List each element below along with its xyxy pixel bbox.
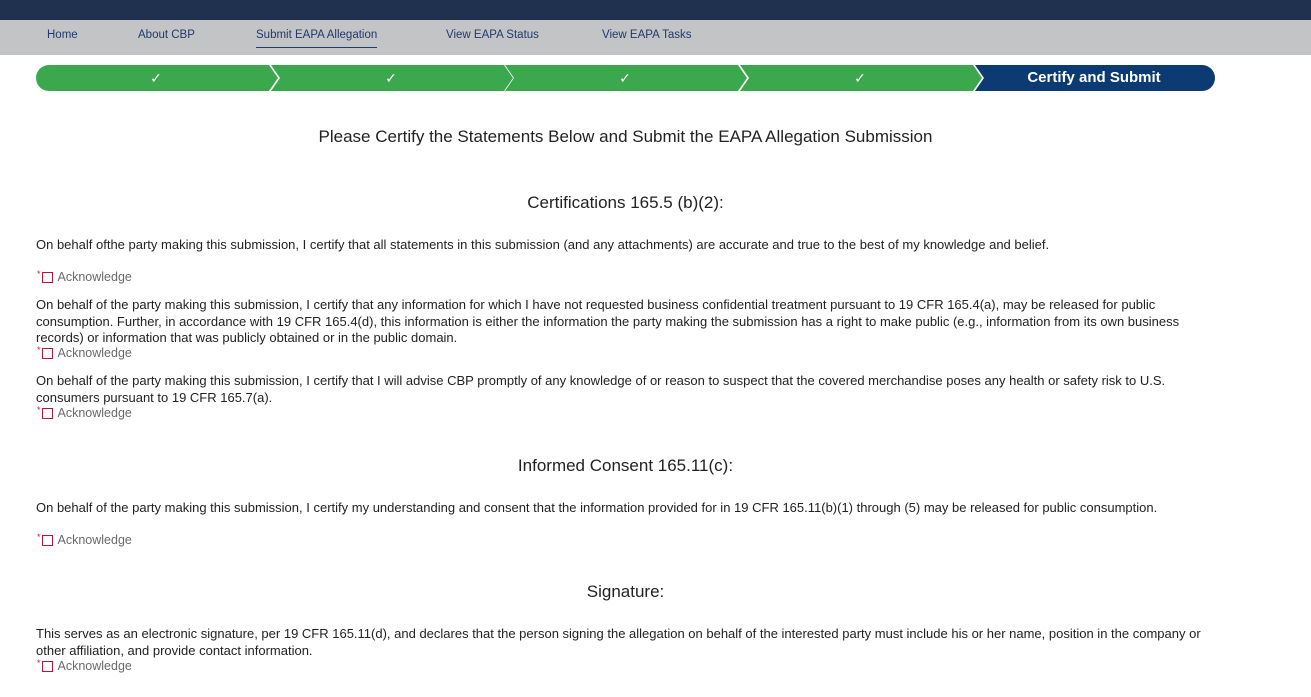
nav-submit-eapa-allegation[interactable]: Submit EAPA Allegation <box>256 29 378 48</box>
nav-about-cbp[interactable]: About CBP <box>138 29 195 41</box>
acknowledge-checkbox-row: * Acknowledge <box>37 658 132 673</box>
acknowledge-label: Acknowledge <box>57 659 132 673</box>
top-header-bar <box>0 0 1311 20</box>
acknowledge-checkbox[interactable] <box>41 347 53 359</box>
statement-text: On behalf of the party making this submi… <box>36 297 1180 345</box>
required-marker: * <box>37 405 41 415</box>
acknowledge-checkbox-row: * Acknowledge <box>37 532 132 547</box>
acknowledge-label: Acknowledge <box>57 406 132 420</box>
check-icon: ✓ <box>854 70 866 86</box>
statement-text: This serves as an electronic signature, … <box>36 626 1201 658</box>
nav-view-eapa-status[interactable]: View EAPA Status <box>446 29 539 41</box>
step-5-current: Certify and Submit <box>975 65 1215 91</box>
nav-home[interactable]: Home <box>47 29 78 41</box>
check-icon: ✓ <box>385 70 397 86</box>
section-title-informed-consent: Informed Consent 165.11(c): <box>517 456 734 475</box>
statement-text: On behalf of the party making this submi… <box>36 373 1166 405</box>
acknowledge-label: Acknowledge <box>57 533 132 547</box>
acknowledge-checkbox[interactable] <box>41 271 53 283</box>
page-title: Please Certify the Statements Below and … <box>318 127 933 146</box>
required-marker: * <box>37 532 41 542</box>
section-title-certifications: Certifications 165.5 (b)(2): <box>527 193 724 212</box>
check-icon: ✓ <box>150 70 162 86</box>
step-label: Certify and Submit <box>1027 69 1161 86</box>
main-nav: Home About CBP Submit EAPA Allegation Vi… <box>0 20 1311 55</box>
step-4-complete: ✓ <box>740 65 982 91</box>
acknowledge-checkbox[interactable] <box>41 660 53 672</box>
statement-text: On behalf ofthe party making this submis… <box>36 237 1050 252</box>
required-marker: * <box>37 269 41 279</box>
check-icon: ✓ <box>619 70 631 86</box>
acknowledge-checkbox-row: * Acknowledge <box>37 345 132 360</box>
acknowledge-label: Acknowledge <box>57 346 132 360</box>
required-marker: * <box>37 658 41 668</box>
acknowledge-checkbox[interactable] <box>41 534 53 546</box>
progress-stepper: ✓ ✓ ✓ ✓ Certify and Submit <box>36 65 1215 91</box>
step-3-complete: ✓ <box>505 65 747 91</box>
statement-text: On behalf of the party making this submi… <box>36 500 1158 515</box>
step-1-complete: ✓ <box>36 65 278 91</box>
step-2-complete: ✓ <box>271 65 513 91</box>
required-marker: * <box>37 345 41 355</box>
nav-view-eapa-tasks[interactable]: View EAPA Tasks <box>602 29 692 41</box>
section-title-signature: Signature: <box>586 582 665 601</box>
acknowledge-checkbox[interactable] <box>41 407 53 419</box>
acknowledge-checkbox-row: * Acknowledge <box>37 405 132 420</box>
acknowledge-label: Acknowledge <box>57 270 132 284</box>
acknowledge-checkbox-row: * Acknowledge <box>37 269 132 284</box>
